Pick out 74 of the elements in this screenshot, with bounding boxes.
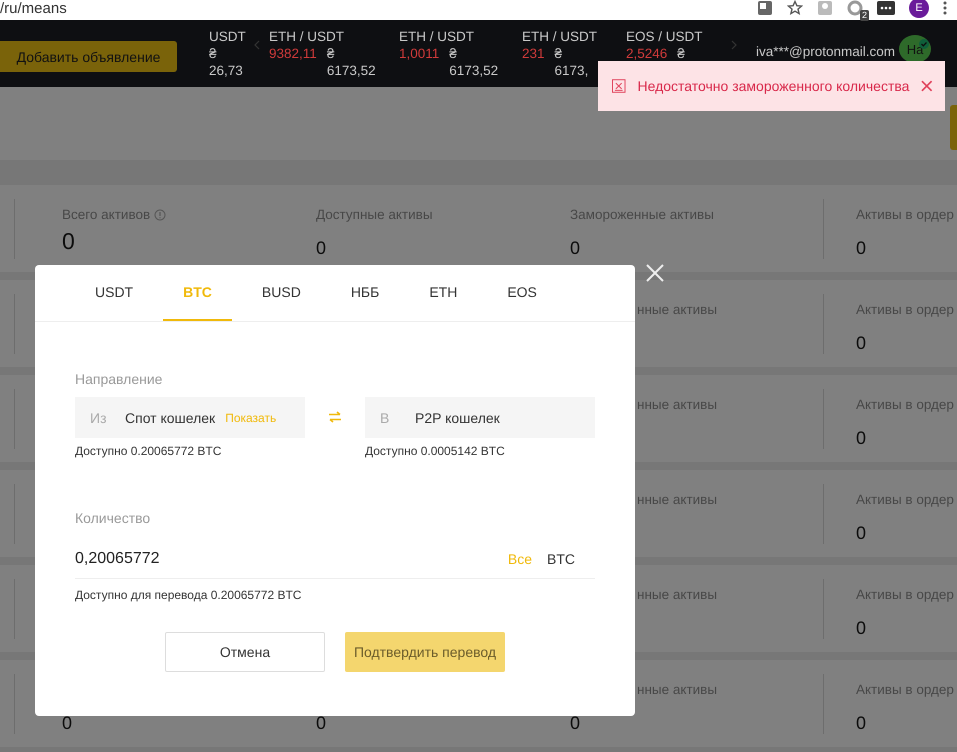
asset-label: Доступные активы bbox=[316, 207, 434, 223]
asset-value: 0 bbox=[570, 238, 582, 258]
cancel-button[interactable]: Отмена bbox=[165, 632, 325, 672]
asset-value: 0 bbox=[856, 713, 868, 733]
from-wallet-field[interactable]: Из Спот кошелек Показать bbox=[75, 397, 305, 438]
asset-label: Активы в ордер bbox=[856, 207, 955, 223]
currency-symbol: ₴ bbox=[209, 45, 218, 62]
currency-tab[interactable]: НББ bbox=[330, 265, 400, 321]
amount-field[interactable]: 0,20065772 bbox=[75, 550, 508, 568]
profile-avatar[interactable]: E bbox=[909, 0, 929, 18]
extension-icon[interactable] bbox=[877, 0, 895, 16]
fiat-price: 26,73 bbox=[209, 62, 243, 79]
close-icon[interactable] bbox=[921, 80, 933, 92]
asset-label: Всего активов bbox=[62, 207, 316, 223]
asset-label: Активы в ордер bbox=[856, 587, 955, 603]
info-icon[interactable] bbox=[154, 209, 166, 221]
asset-value: 0 bbox=[856, 523, 868, 543]
currency-tab[interactable]: ETH bbox=[409, 265, 478, 321]
more-menu-icon[interactable] bbox=[943, 1, 947, 15]
ticker-price: 2,5246 bbox=[626, 45, 668, 62]
extension-icon[interactable] bbox=[847, 0, 863, 16]
asset-label: Замороженные активы bbox=[570, 207, 715, 223]
address-bar-url[interactable]: /ru/means bbox=[0, 0, 67, 16]
asset-value: 0 bbox=[62, 713, 74, 733]
asset-value: 0 bbox=[316, 238, 328, 258]
fiat-price: 6173, bbox=[554, 62, 588, 79]
asset-value: 0 bbox=[856, 238, 868, 258]
currency-symbol: ₴ bbox=[449, 45, 458, 62]
asset-label: Активы в ордер bbox=[856, 492, 955, 508]
available-balance: Доступно 0.20065772 BTC bbox=[75, 444, 222, 458]
asset-label: Активы в ордер bbox=[856, 302, 955, 318]
ticker-pair[interactable]: EOS / USDT bbox=[626, 28, 726, 45]
star-icon[interactable] bbox=[787, 0, 803, 16]
error-icon bbox=[612, 79, 626, 93]
asset-value: 0 bbox=[62, 228, 76, 254]
ticker-pair[interactable]: ETH / USDT bbox=[269, 28, 399, 45]
currency-tab[interactable]: BUSD bbox=[242, 265, 321, 321]
currency-symbol: ₴ bbox=[326, 45, 336, 62]
confirm-button[interactable]: Подтвердить перевод bbox=[345, 632, 505, 672]
asset-value: 0 bbox=[856, 428, 868, 448]
direction-label: Направление bbox=[75, 371, 162, 387]
currency-symbol: ₴ bbox=[677, 45, 685, 62]
asset-value: 0 bbox=[856, 618, 868, 638]
asset-label: нные активы bbox=[636, 397, 718, 413]
currency-tab[interactable]: EOS bbox=[487, 265, 557, 321]
fiat-price: 6173,52 bbox=[449, 62, 498, 79]
asset-label: нные активы bbox=[636, 492, 718, 508]
asset-label: нные активы bbox=[636, 682, 718, 698]
translate-icon[interactable] bbox=[757, 0, 773, 16]
ticker-price: 9382,11 bbox=[269, 45, 317, 63]
currency-label: BTC bbox=[547, 550, 575, 566]
ticker-pair[interactable]: ETH / USDT bbox=[522, 28, 626, 45]
asset-label: Активы в ордер bbox=[856, 397, 955, 413]
amount-label: Количество bbox=[75, 510, 150, 526]
asset-value: 0 bbox=[856, 333, 868, 353]
asset-label: нные активы bbox=[636, 587, 718, 603]
account-email[interactable]: iva***@protonmail.com bbox=[756, 44, 896, 59]
to-wallet-field[interactable]: В P2P кошелек bbox=[365, 397, 595, 438]
ticker-pair[interactable]: USDT bbox=[209, 28, 249, 45]
asset-value: 0 bbox=[316, 713, 328, 733]
swap-icon[interactable] bbox=[328, 411, 342, 423]
available-balance: Доступно 0.0005142 BTC bbox=[365, 444, 506, 458]
ticker-pair[interactable]: ETH / USDT bbox=[399, 28, 522, 45]
toast-message: Недостаточно замороженного количества bbox=[638, 78, 910, 94]
ticker-price: 1,0011 bbox=[399, 45, 440, 63]
asset-value: 0 bbox=[570, 713, 582, 733]
asset-label: Активы в ордер bbox=[856, 682, 955, 698]
asset-label: нные активы bbox=[636, 302, 718, 318]
fiat-price: 6173,52 bbox=[326, 62, 376, 79]
transfer-available: Доступно для перевода 0.20065772 BTC bbox=[75, 588, 302, 602]
currency-tab[interactable]: USDT bbox=[75, 265, 154, 321]
currency-symbol: ₴ bbox=[554, 45, 564, 62]
extension-badge: 2 bbox=[860, 10, 869, 21]
ticker-price: 231 bbox=[522, 45, 545, 63]
